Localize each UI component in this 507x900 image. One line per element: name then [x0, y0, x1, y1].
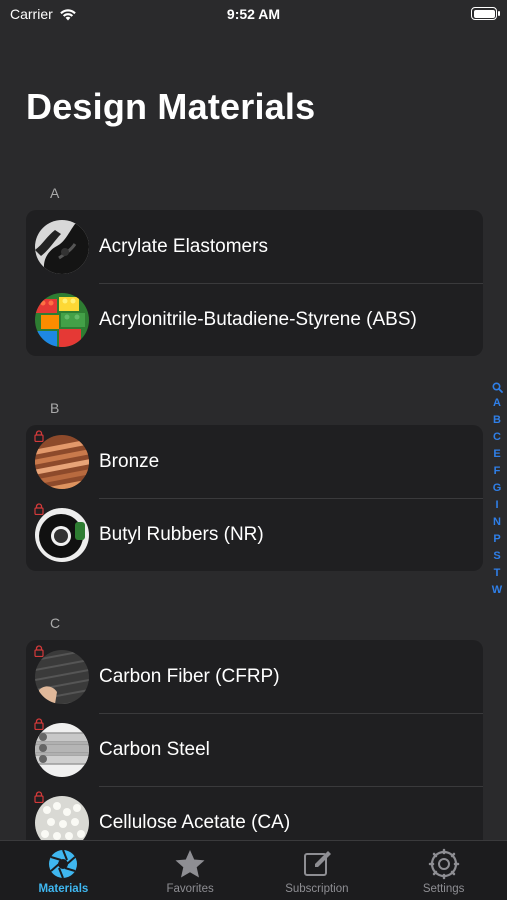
list-item-acrylate-elastomers[interactable]: Acrylate Elastomers — [26, 210, 483, 283]
index-letter-n[interactable]: N — [493, 514, 501, 531]
material-thumbnail — [35, 649, 89, 704]
list-item-bronze[interactable]: Bronze — [26, 425, 483, 498]
index-letter-g[interactable]: G — [493, 480, 502, 497]
material-thumbnail — [35, 507, 89, 562]
index-letter-i[interactable]: I — [495, 497, 498, 514]
list-item-label: Butyl Rubbers (NR) — [99, 523, 264, 545]
tab-label: Favorites — [166, 883, 214, 895]
gear-icon — [428, 848, 459, 880]
lock-icon — [34, 645, 44, 657]
section-group-a: Acrylate Elastomers Acrylonitrile-Butadi… — [26, 210, 483, 356]
status-time: 9:52 AM — [226, 6, 281, 22]
tab-label: Materials — [38, 883, 89, 895]
material-thumbnail — [35, 292, 89, 347]
tab-subscription[interactable]: Subscription — [254, 841, 381, 900]
material-thumbnail — [35, 434, 89, 489]
edit-icon — [303, 851, 331, 876]
section-header-b: B — [50, 400, 60, 416]
section-header-c: C — [50, 615, 61, 631]
section-header-a: A — [50, 185, 60, 201]
search-icon[interactable] — [491, 382, 503, 393]
lock-icon — [34, 503, 44, 515]
index-letter-b[interactable]: B — [493, 412, 501, 429]
list-item-label: Acrylate Elastomers — [99, 235, 268, 257]
list-item-label: Carbon Fiber (CFRP) — [99, 665, 280, 687]
section-group-b: Bronze Butyl Rubbers (NR) — [26, 425, 483, 571]
index-letter-p[interactable]: P — [493, 531, 500, 548]
list-item-carbon-fiber[interactable]: Carbon Fiber (CFRP) — [26, 640, 483, 713]
index-letter-c[interactable]: C — [493, 429, 501, 446]
index-letter-e[interactable]: E — [493, 446, 500, 463]
star-icon — [175, 850, 205, 878]
status-bar: Carrier 9:52 AM — [0, 0, 507, 30]
list-item-label: Cellulose Acetate (CA) — [99, 811, 291, 833]
index-letter-t[interactable]: T — [494, 565, 501, 582]
index-letter-a[interactable]: A — [493, 395, 501, 412]
tab-favorites[interactable]: Favorites — [127, 841, 254, 900]
material-thumbnail — [35, 722, 89, 777]
tab-bar: Materials Favorites Subscription Setting… — [0, 840, 507, 900]
list-item-label: Bronze — [99, 450, 160, 472]
aperture-icon — [49, 849, 78, 879]
index-letter-w[interactable]: W — [492, 582, 502, 599]
lock-icon — [34, 430, 44, 442]
list-item-abs[interactable]: Acrylonitrile-Butadiene-Styrene (ABS) — [26, 283, 483, 356]
section-index[interactable]: A B C E F G I N P S T W — [490, 382, 504, 599]
lock-icon — [34, 718, 44, 730]
battery-icon — [471, 7, 500, 20]
list-item-label: Acrylonitrile-Butadiene-Styrene (ABS) — [99, 308, 417, 330]
material-thumbnail — [35, 219, 89, 274]
lock-icon — [34, 791, 44, 803]
tab-settings[interactable]: Settings — [380, 841, 507, 900]
page-title: Design Materials — [26, 86, 316, 127]
tab-label: Settings — [422, 883, 465, 895]
list-item-butyl-rubbers[interactable]: Butyl Rubbers (NR) — [26, 498, 483, 571]
tab-label: Subscription — [285, 883, 349, 895]
list-item-carbon-steel[interactable]: Carbon Steel — [26, 713, 483, 786]
index-letter-s[interactable]: S — [493, 548, 500, 565]
list-item-label: Carbon Steel — [99, 738, 210, 760]
tab-materials[interactable]: Materials — [0, 841, 127, 900]
section-group-c: Carbon Fiber (CFRP) Carbon Steel Cellulo… — [26, 640, 483, 860]
index-letter-f[interactable]: F — [494, 463, 501, 480]
